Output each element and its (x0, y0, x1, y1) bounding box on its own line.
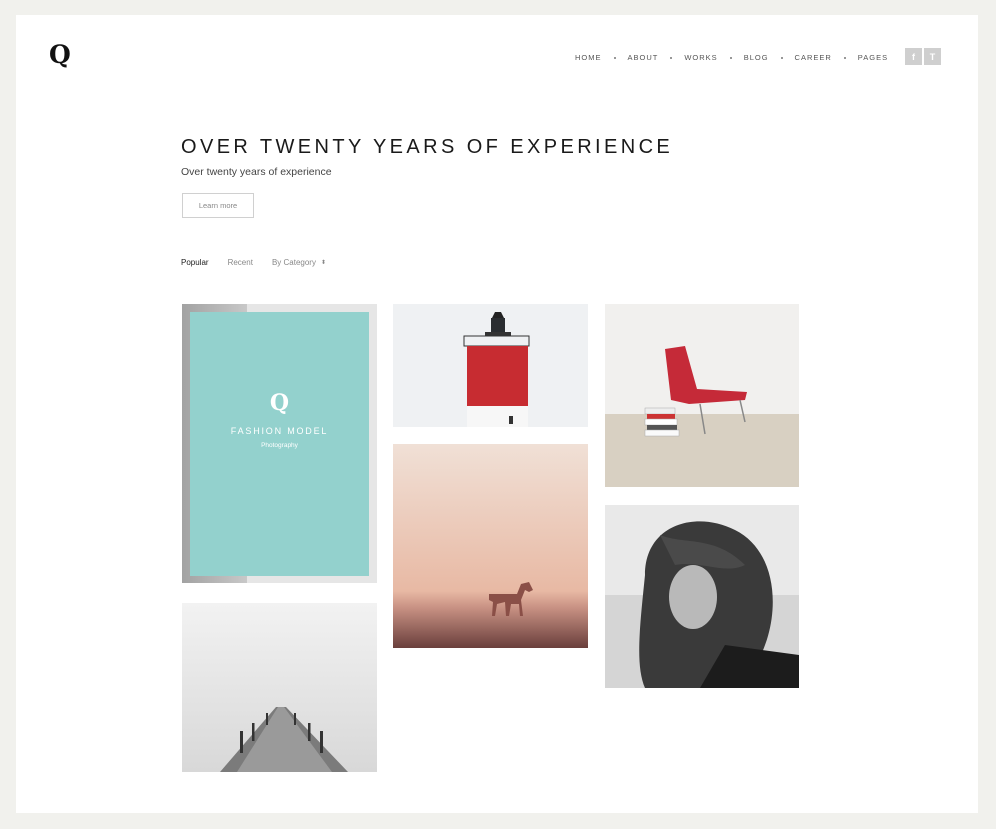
nav-separator (729, 56, 732, 59)
twitter-icon[interactable]: T (924, 48, 941, 65)
site-logo[interactable]: Q (49, 40, 71, 69)
nav-home[interactable]: HOME (575, 53, 602, 62)
card-subtitle: Photography (261, 442, 298, 449)
nav-pages[interactable]: PAGES (858, 53, 888, 62)
gallery-tile-fashion-model[interactable]: Q FASHION MODEL Photography (182, 304, 377, 583)
gallery-tile-red-chair[interactable] (605, 304, 799, 487)
filter-category-label: By Category (271, 258, 316, 267)
sort-caret-icon: ⬍ (320, 260, 326, 266)
nav-separator (613, 56, 616, 59)
filter-recent[interactable]: Recent (228, 258, 253, 267)
page: Q HOME ABOUT WORKS BLOG CAREER PAGES f T… (16, 15, 978, 813)
card-logo: Q (269, 390, 290, 416)
gallery-tile-pier[interactable] (182, 603, 377, 772)
main-nav: HOME ABOUT WORKS BLOG CAREER PAGES (575, 53, 888, 62)
nav-about[interactable]: ABOUT (628, 53, 659, 62)
hero-title: OVER TWENTY YEARS OF EXPERIENCE (181, 136, 674, 158)
hero-subtitle: Over twenty years of experience (181, 166, 332, 178)
gallery-tile-horse-desert[interactable] (393, 444, 588, 648)
nav-works[interactable]: WORKS (684, 53, 717, 62)
card-title: FASHION MODEL (230, 426, 329, 436)
nav-separator (780, 56, 783, 59)
lighthouse-image (393, 304, 588, 427)
gallery-tile-woman-portrait[interactable] (605, 505, 799, 688)
nav-blog[interactable]: BLOG (744, 53, 769, 62)
gallery-filters: Popular Recent By Category ⬍ (181, 258, 326, 267)
social-links: f T (905, 48, 941, 65)
nav-separator (843, 56, 846, 59)
facebook-icon[interactable]: f (905, 48, 922, 65)
filter-popular[interactable]: Popular (181, 258, 209, 267)
gallery-tile-lighthouse[interactable] (393, 304, 588, 427)
nav-career[interactable]: CAREER (795, 53, 832, 62)
pier-image (182, 603, 377, 772)
filter-category-dropdown[interactable]: By Category ⬍ (272, 258, 326, 267)
fashion-model-card: Q FASHION MODEL Photography (190, 312, 369, 576)
woman-portrait-image (605, 505, 799, 688)
red-chair-image (605, 304, 799, 487)
horse-desert-image (393, 444, 588, 648)
learn-more-button[interactable]: Learn more (182, 193, 254, 218)
nav-separator (670, 56, 673, 59)
